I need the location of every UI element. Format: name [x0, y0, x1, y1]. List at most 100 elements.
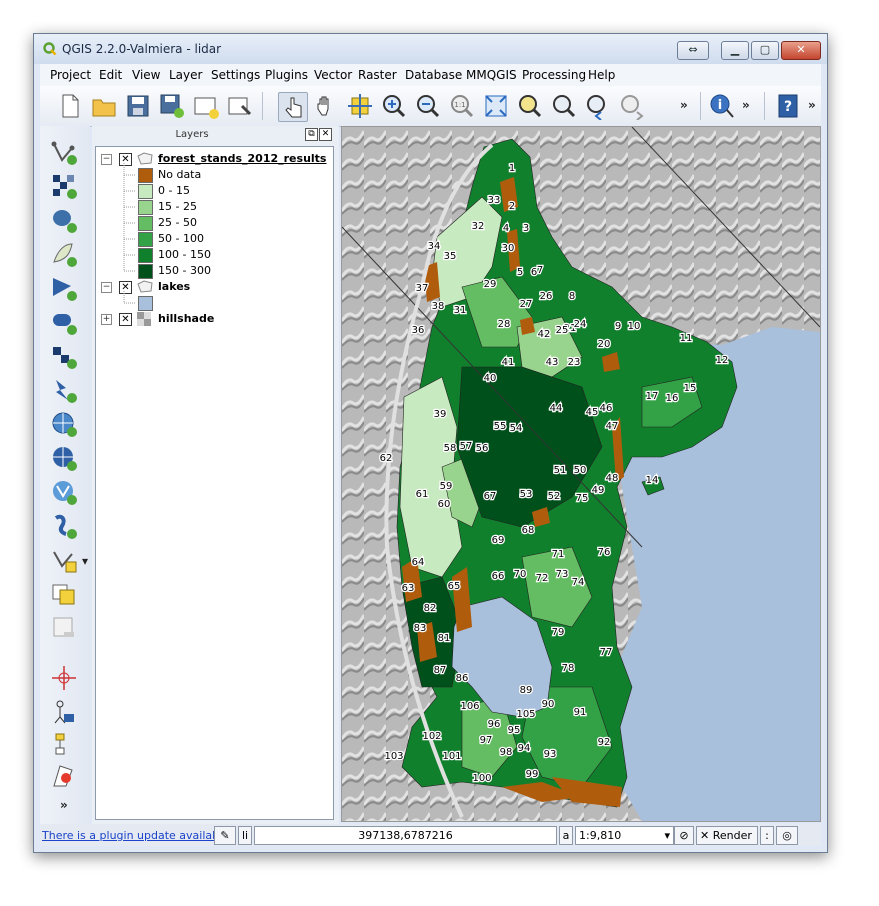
restore-size-button[interactable]: ⇔ [677, 41, 709, 60]
composer-manager-icon[interactable] [226, 92, 254, 120]
zoom-actual-size-icon[interactable]: 1:1 [448, 92, 476, 120]
zoom-to-layer-icon[interactable] [550, 92, 578, 120]
add-delimited-text-icon[interactable] [50, 444, 78, 472]
stand-label-38: 38 [432, 301, 445, 312]
add-layer-toolbar: ▾ » [40, 126, 90, 824]
menu-database[interactable]: Database [405, 68, 462, 82]
crs-status-icon[interactable]: ◎ [776, 826, 798, 845]
stand-label-91: 91 [574, 707, 587, 718]
add-vector-layer-icon[interactable] [50, 138, 78, 166]
help-icon[interactable]: ? [774, 92, 802, 120]
georeferencer-icon[interactable] [50, 664, 78, 692]
stand-label-34: 34 [428, 241, 441, 252]
chevron-down-icon[interactable]: ▾ [82, 554, 88, 568]
add-wms-layer-icon[interactable] [50, 342, 78, 370]
add-wcs-layer-icon[interactable] [50, 376, 78, 404]
add-postgis-layer-icon[interactable] [50, 206, 78, 234]
pan-to-selection-icon[interactable] [346, 92, 374, 120]
zoom-full-icon[interactable] [482, 92, 510, 120]
menu-processing[interactable]: Processing [522, 68, 586, 82]
messages-icon[interactable]: ✎ [214, 826, 236, 845]
heatmap-icon[interactable] [50, 762, 78, 790]
touch-zoom-icon[interactable] [278, 92, 308, 122]
raster-layer-icon [137, 312, 151, 326]
open-project-icon[interactable] [90, 92, 118, 120]
expand-icon[interactable]: + [101, 314, 112, 325]
collapse-icon[interactable]: − [101, 154, 112, 165]
save-as-icon[interactable] [158, 92, 186, 120]
new-shapefile-icon[interactable] [50, 478, 78, 506]
plugin-update-link[interactable]: There is a plugin update available [42, 829, 229, 842]
zoom-out-icon[interactable] [414, 92, 442, 120]
add-raster-layer-icon[interactable] [50, 172, 78, 200]
close-panel-button[interactable]: ✕ [319, 128, 332, 141]
toolbar-overflow-icon[interactable]: » [742, 98, 750, 112]
layer-visibility-checkbox[interactable]: ✕ [119, 313, 132, 326]
add-oracle-layer-icon[interactable] [50, 308, 78, 336]
menu-project[interactable]: Project [50, 68, 91, 82]
stand-label-72: 72 [536, 573, 549, 584]
new-spatialite-icon[interactable] [50, 512, 78, 540]
layer-item-lakes[interactable]: − ✕ lakes [96, 279, 333, 295]
projection-icon[interactable]: ⊘ [674, 826, 694, 845]
map-canvas[interactable]: 1 2 3 4 5 6 7 8 9 10 11 12 14 15 16 17 20 21 23 24 25 26 27 28 2… [341, 126, 821, 822]
stand-label-56: 56 [476, 443, 489, 454]
stand-label-45: 45 [586, 407, 599, 418]
toggle-extents-icon[interactable]: li [238, 826, 252, 845]
menu-view[interactable]: View [132, 68, 160, 82]
menu-plugins[interactable]: Plugins [265, 68, 308, 82]
remove-layer-icon[interactable] [50, 614, 78, 642]
collapse-icon[interactable]: − [101, 282, 112, 293]
menu-vector[interactable]: Vector [314, 68, 352, 82]
close-button[interactable]: ✕ [781, 41, 821, 60]
menu-settings[interactable]: Settings [211, 68, 260, 82]
legend-item: 25 - 50 [96, 215, 333, 231]
stand-label-68: 68 [522, 525, 535, 536]
layer-visibility-checkbox[interactable]: ✕ [119, 281, 132, 294]
identify-icon[interactable]: i [708, 92, 736, 120]
layer-item-hillshade[interactable]: + ✕ hillshade [96, 311, 333, 327]
node-tool-icon[interactable] [50, 728, 78, 756]
coordinate-capture-icon[interactable] [50, 698, 78, 726]
legend-label: 100 - 150 [158, 248, 211, 261]
add-mssql-layer-icon[interactable] [50, 274, 78, 302]
svg-text:1:1: 1:1 [454, 101, 465, 109]
zoom-in-icon[interactable] [380, 92, 408, 120]
coordinate-field[interactable]: 397138,6787216 [254, 826, 557, 845]
zoom-to-selection-icon[interactable] [516, 92, 544, 120]
new-project-icon[interactable] [56, 92, 84, 120]
stand-label-50: 50 [574, 465, 587, 476]
zoom-next-icon[interactable] [618, 92, 646, 120]
add-wfs-layer-icon[interactable] [50, 410, 78, 438]
crs-separator: : [760, 826, 774, 845]
pan-map-icon[interactable] [312, 92, 340, 120]
float-panel-button[interactable]: ⧉ [305, 128, 318, 141]
minimize-button[interactable]: ▁ [721, 41, 749, 60]
zoom-last-icon[interactable] [584, 92, 612, 120]
add-virtual-layer-icon[interactable] [50, 580, 78, 608]
menu-raster[interactable]: Raster [358, 68, 397, 82]
stand-label-67: 67 [484, 491, 497, 502]
stand-label-60: 60 [438, 499, 451, 510]
toolbar-overflow-icon[interactable]: » [808, 98, 816, 112]
layer-visibility-checkbox[interactable]: ✕ [119, 153, 132, 166]
scale-combo[interactable]: 1:9,810 ▾ [575, 826, 674, 845]
add-spatialite-layer-icon[interactable] [50, 240, 78, 268]
stand-label-54: 54 [510, 423, 523, 434]
legend-item: 50 - 100 [96, 231, 333, 247]
toolbar-overflow-icon[interactable]: » [680, 98, 688, 112]
more-icon[interactable]: » [60, 798, 68, 812]
legend-label: 15 - 25 [158, 200, 197, 213]
save-project-icon[interactable] [124, 92, 152, 120]
new-print-composer-icon[interactable] [192, 92, 220, 120]
maximize-button[interactable]: ▢ [751, 41, 779, 60]
legend-swatch-15-25 [138, 200, 153, 215]
stand-label-48: 48 [606, 473, 619, 484]
menu-layer[interactable]: Layer [169, 68, 202, 82]
menu-mmqgis[interactable]: MMQGIS [466, 68, 517, 82]
render-checkbox[interactable]: ✕ Render [696, 826, 758, 845]
menu-edit[interactable]: Edit [99, 68, 122, 82]
menu-help[interactable]: Help [588, 68, 615, 82]
layer-item-forest-stands[interactable]: − ✕ forest_stands_2012_results [96, 151, 333, 167]
add-gpx-layer-icon[interactable] [50, 546, 78, 574]
